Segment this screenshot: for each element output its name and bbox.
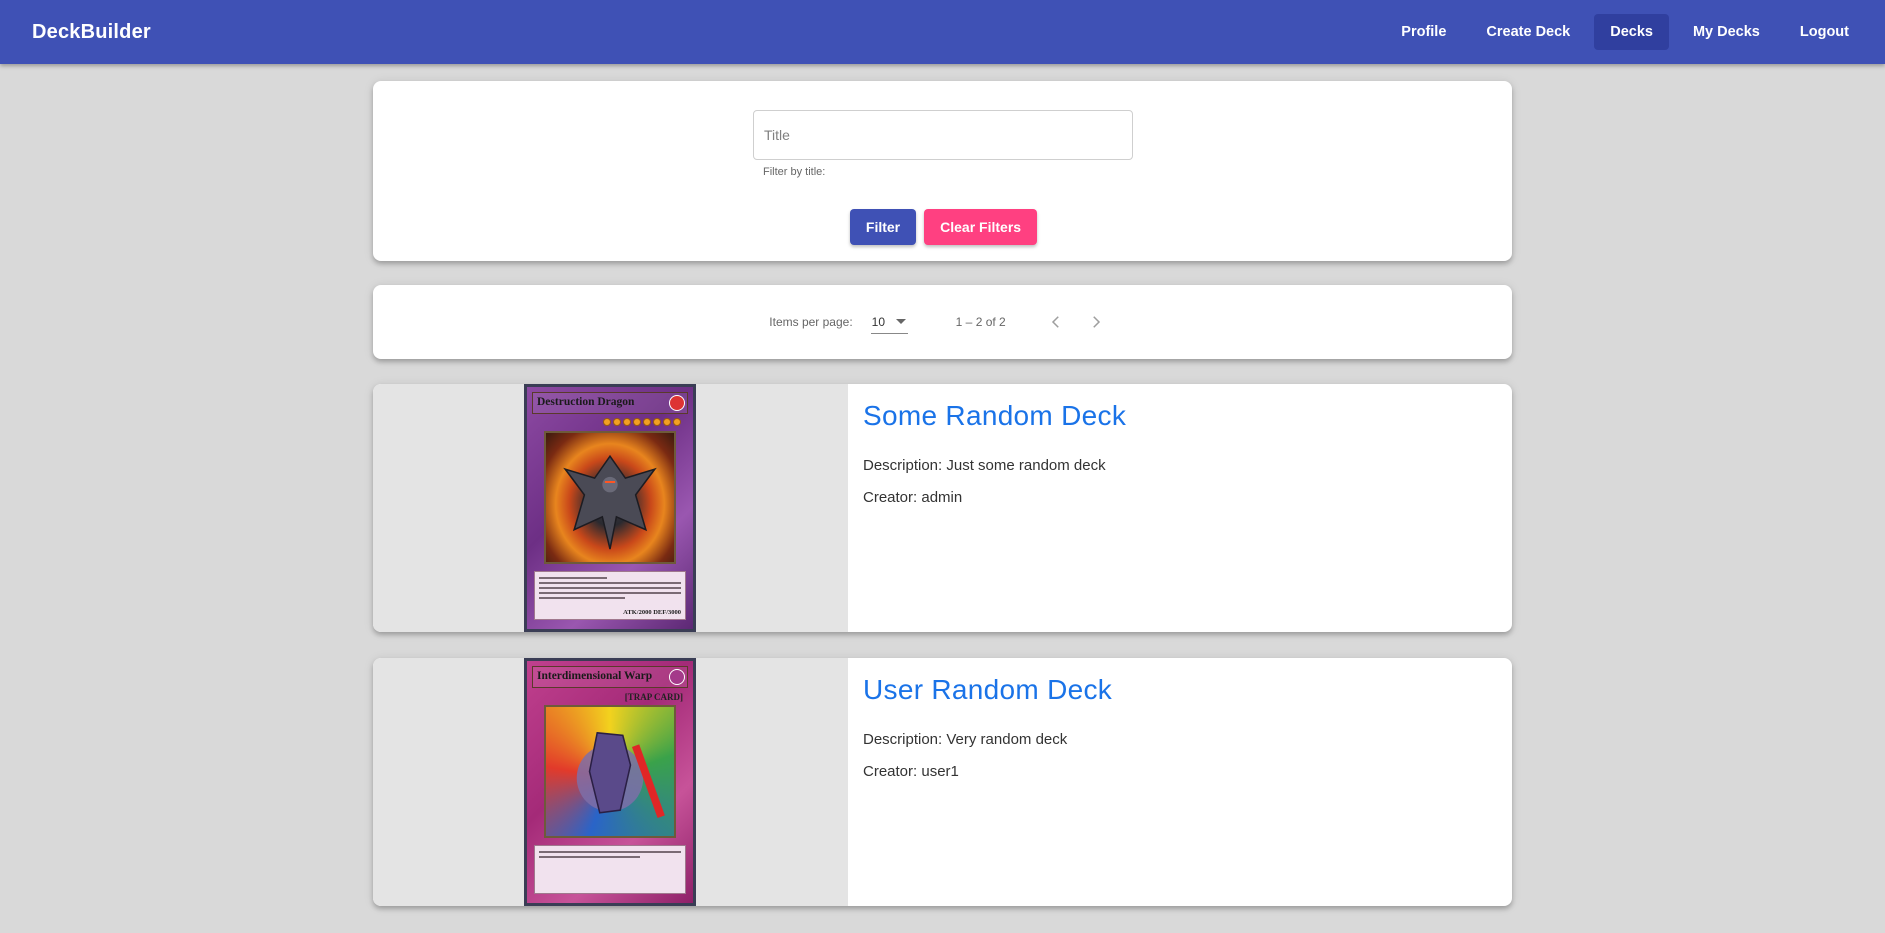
text-line bbox=[539, 577, 607, 579]
deck-title[interactable]: User Random Deck bbox=[863, 672, 1497, 708]
deck-card[interactable]: Destruction Dragon ATK/2000 DEF/3000 Som… bbox=[373, 384, 1512, 632]
dropdown-arrow-icon bbox=[895, 319, 906, 324]
page-range-label: 1 – 2 of 2 bbox=[955, 315, 1006, 329]
star-icon bbox=[653, 418, 661, 426]
star-icon bbox=[673, 418, 681, 426]
app-brand[interactable]: DeckBuilder bbox=[32, 21, 151, 44]
deck-info: User Random Deck Description: Very rando… bbox=[848, 658, 1512, 906]
filter-actions: Filter Clear Filters bbox=[373, 209, 1512, 245]
star-icon bbox=[603, 418, 611, 426]
card-description-box: ATK/2000 DEF/3000 bbox=[534, 571, 686, 620]
deck-title[interactable]: Some Random Deck bbox=[863, 398, 1497, 434]
deck-image-area: Interdimensional Warp [TRAP CARD] bbox=[373, 658, 848, 906]
star-icon bbox=[633, 418, 641, 426]
main-nav: Profile Create Deck Decks My Decks Logou… bbox=[1385, 14, 1865, 50]
paginator: Items per page: 10 1 – 2 of 2 bbox=[373, 285, 1512, 359]
items-per-page-label: Items per page: bbox=[769, 315, 853, 329]
card-description-box bbox=[534, 845, 686, 894]
next-page-button[interactable] bbox=[1076, 302, 1116, 342]
card-name: Interdimensional Warp bbox=[532, 666, 688, 688]
star-icon bbox=[623, 418, 631, 426]
warp-artwork-icon bbox=[576, 731, 665, 818]
nav-my-decks[interactable]: My Decks bbox=[1677, 14, 1776, 50]
nav-profile[interactable]: Profile bbox=[1385, 14, 1462, 50]
star-icon bbox=[613, 418, 621, 426]
deck-image-area: Destruction Dragon ATK/2000 DEF/3000 bbox=[373, 384, 848, 632]
text-line bbox=[539, 587, 681, 589]
deck-card[interactable]: Interdimensional Warp [TRAP CARD] User R… bbox=[373, 658, 1512, 906]
deck-cover-card-image[interactable]: Interdimensional Warp [TRAP CARD] bbox=[524, 658, 696, 906]
deck-creator: Creator: user1 bbox=[863, 763, 959, 780]
deck-creator: Creator: admin bbox=[863, 489, 963, 506]
title-field: Filter by title: bbox=[753, 110, 1133, 178]
text-line bbox=[539, 856, 640, 858]
deck-cover-card-image[interactable]: Destruction Dragon ATK/2000 DEF/3000 bbox=[524, 384, 696, 632]
text-line bbox=[539, 592, 681, 594]
chevron-left-icon bbox=[1051, 316, 1059, 328]
card-artwork bbox=[544, 705, 676, 838]
text-line bbox=[539, 582, 681, 584]
card-stats: ATK/2000 DEF/3000 bbox=[623, 609, 681, 616]
clear-filters-button[interactable]: Clear Filters bbox=[924, 209, 1038, 245]
top-toolbar: DeckBuilder Profile Create Deck Decks My… bbox=[0, 0, 1885, 64]
filter-button[interactable]: Filter bbox=[849, 209, 917, 245]
title-filter-hint: Filter by title: bbox=[763, 166, 826, 178]
nav-logout[interactable]: Logout bbox=[1784, 14, 1865, 50]
previous-page-button[interactable] bbox=[1036, 302, 1076, 342]
attribute-icon bbox=[669, 395, 685, 411]
nav-decks[interactable]: Decks bbox=[1594, 14, 1669, 50]
deck-info: Some Random Deck Description: Just some … bbox=[848, 384, 1512, 632]
star-icon bbox=[663, 418, 671, 426]
level-stars bbox=[603, 418, 681, 426]
star-icon bbox=[643, 418, 651, 426]
title-filter-input[interactable] bbox=[753, 110, 1133, 160]
dragon-artwork-icon bbox=[563, 454, 657, 550]
card-subtype: [TRAP CARD] bbox=[624, 692, 683, 702]
nav-create-deck[interactable]: Create Deck bbox=[1470, 14, 1586, 50]
text-line bbox=[539, 597, 625, 599]
page-size-value: 10 bbox=[871, 314, 886, 329]
deck-description: Description: Just some random deck bbox=[863, 457, 1106, 474]
trap-attribute-icon bbox=[669, 669, 685, 685]
chevron-right-icon bbox=[1092, 316, 1100, 328]
paginator-card: Items per page: 10 1 – 2 of 2 bbox=[373, 285, 1512, 359]
card-artwork bbox=[544, 431, 676, 564]
text-line bbox=[539, 851, 681, 853]
card-name: Destruction Dragon bbox=[532, 392, 688, 414]
filter-card: Filter by title: Filter Clear Filters bbox=[373, 81, 1512, 261]
deck-description: Description: Very random deck bbox=[863, 731, 1068, 748]
page-size-select[interactable]: 10 bbox=[870, 311, 908, 334]
